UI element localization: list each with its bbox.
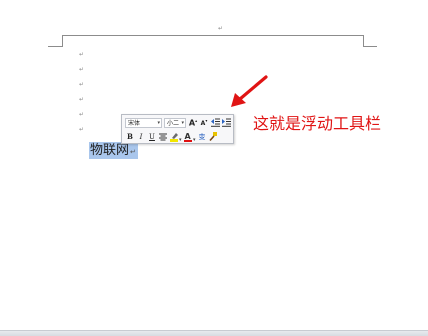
header-paragraph-mark: ↵	[218, 25, 224, 32]
toolbar-row-2: B I U ▾ A ▾ 变	[125, 131, 219, 142]
phonetic-guide-icon: 变	[198, 132, 206, 141]
bold-button[interactable]: B	[125, 132, 135, 142]
increase-indent-icon	[221, 118, 231, 127]
paragraph-mark[interactable]: ↵	[79, 127, 84, 133]
paragraph-mark[interactable]: ↵	[79, 97, 84, 103]
margin-corner-left	[48, 46, 63, 47]
paragraph-mark[interactable]: ↵	[79, 82, 84, 88]
floating-mini-toolbar: 宋体 ▾ 小二 ▾ A▴ A▾ B I U ▾ A ▾ 变	[121, 114, 234, 144]
highlight-button[interactable]: ▾	[169, 132, 182, 142]
margin-corner-right	[363, 46, 377, 47]
italic-button[interactable]: I	[136, 132, 146, 142]
paragraph-end-mark: ↵	[130, 148, 136, 156]
grow-font-button[interactable]: A▴	[188, 118, 198, 128]
shrink-font-button[interactable]: A▾	[199, 118, 209, 128]
decrease-indent-icon	[210, 118, 220, 127]
annotation-arrow-icon	[231, 75, 268, 107]
font-size-combo[interactable]: 小二 ▾	[164, 117, 186, 128]
annotation-text: 这就是浮动工具栏	[253, 114, 382, 133]
font-name-combo[interactable]: 宋体 ▾	[125, 117, 162, 128]
svg-text:▾: ▾	[193, 137, 196, 142]
decrease-indent-button[interactable]	[210, 118, 220, 128]
selected-text[interactable]: 物联网↵	[89, 142, 138, 159]
highlight-icon: ▾	[169, 132, 182, 142]
phonetic-guide-button[interactable]: 变	[197, 132, 207, 142]
format-painter-button[interactable]	[208, 132, 218, 142]
status-bar-edge	[0, 330, 428, 336]
font-color-button[interactable]: A ▾	[183, 132, 196, 142]
svg-text:A: A	[184, 132, 191, 141]
font-color-icon: A ▾	[183, 132, 196, 142]
font-size-value: 小二	[167, 120, 180, 127]
center-align-icon	[159, 133, 167, 140]
shrink-font-icon: A▾	[200, 118, 208, 127]
underline-button[interactable]: U	[147, 132, 157, 142]
toolbar-row-1: 宋体 ▾ 小二 ▾ A▴ A▾	[125, 117, 232, 128]
selected-text-content: 物联网	[90, 143, 130, 158]
format-painter-icon	[208, 132, 217, 141]
document-page[interactable]: ↵ ↵ ↵ ↵ ↵ ↵ ↵ 物联网↵ 宋体 ▾ 小二 ▾ A▴ A▾ B I U…	[0, 0, 428, 336]
paragraph-mark[interactable]: ↵	[79, 67, 84, 73]
center-align-button[interactable]	[158, 132, 168, 142]
grow-font-icon: A▴	[188, 117, 198, 128]
paragraph-mark[interactable]: ↵	[79, 52, 84, 58]
font-name-value: 宋体	[128, 120, 141, 127]
chevron-down-icon: ▾	[181, 119, 184, 126]
svg-text:▾: ▾	[179, 137, 182, 142]
paragraph-mark[interactable]: ↵	[79, 112, 84, 118]
chevron-down-icon: ▾	[157, 119, 160, 126]
header-boundary-line	[62, 35, 364, 36]
increase-indent-button[interactable]	[221, 118, 231, 128]
